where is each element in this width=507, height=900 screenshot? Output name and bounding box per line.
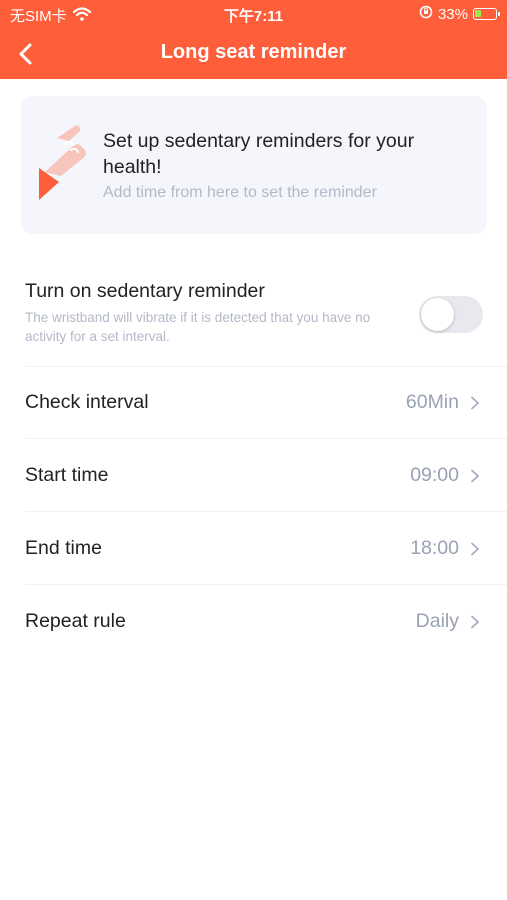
start-time-value: 09:00	[410, 464, 459, 486]
end-time-row[interactable]: End time 18:00	[25, 512, 507, 584]
chevron-right-icon	[471, 396, 479, 410]
nav-bar: Long seat reminder	[0, 28, 507, 79]
battery-icon	[473, 8, 500, 20]
repeat-rule-row[interactable]: Repeat rule Daily	[25, 585, 507, 658]
toggle-knob	[421, 298, 454, 331]
info-banner: Set up sedentary reminders for your heal…	[21, 96, 487, 234]
check-interval-row[interactable]: Check interval 60Min	[25, 367, 507, 438]
battery-cap	[498, 12, 500, 16]
chevron-right-icon	[471, 615, 479, 629]
start-time-label: Start time	[25, 464, 109, 486]
battery-level	[475, 10, 481, 17]
check-interval-value: 60Min	[405, 391, 459, 413]
sedentary-reminder-toggle[interactable]	[419, 296, 483, 333]
start-time-row[interactable]: Start time 09:00	[25, 439, 507, 511]
banner-subtitle: Add time from here to set the reminder	[103, 184, 377, 201]
orientation-lock-icon	[419, 5, 433, 23]
status-bar: 无SIM卡 下午7:11 33%	[0, 0, 507, 28]
reminder-toggle-label: Turn on sedentary reminder	[25, 280, 265, 302]
pointing-hand-icon	[39, 125, 86, 200]
banner-title: Set up sedentary reminders for your heal…	[103, 130, 415, 178]
header: 无SIM卡 下午7:11 33% Long seat reminder	[0, 0, 507, 79]
end-time-value: 18:00	[410, 537, 459, 559]
status-right: 33%	[419, 5, 500, 23]
end-time-label: End time	[25, 537, 102, 559]
chevron-right-icon	[471, 469, 479, 483]
battery-percent: 33%	[437, 5, 468, 23]
reminder-toggle-description: The wristband will vibrate if it is dete…	[25, 310, 371, 344]
check-interval-label: Check interval	[25, 391, 149, 413]
repeat-rule-label: Repeat rule	[25, 610, 126, 632]
page-title: Long seat reminder	[160, 41, 347, 63]
repeat-rule-value: Daily	[415, 610, 459, 632]
chevron-right-icon	[471, 542, 479, 556]
